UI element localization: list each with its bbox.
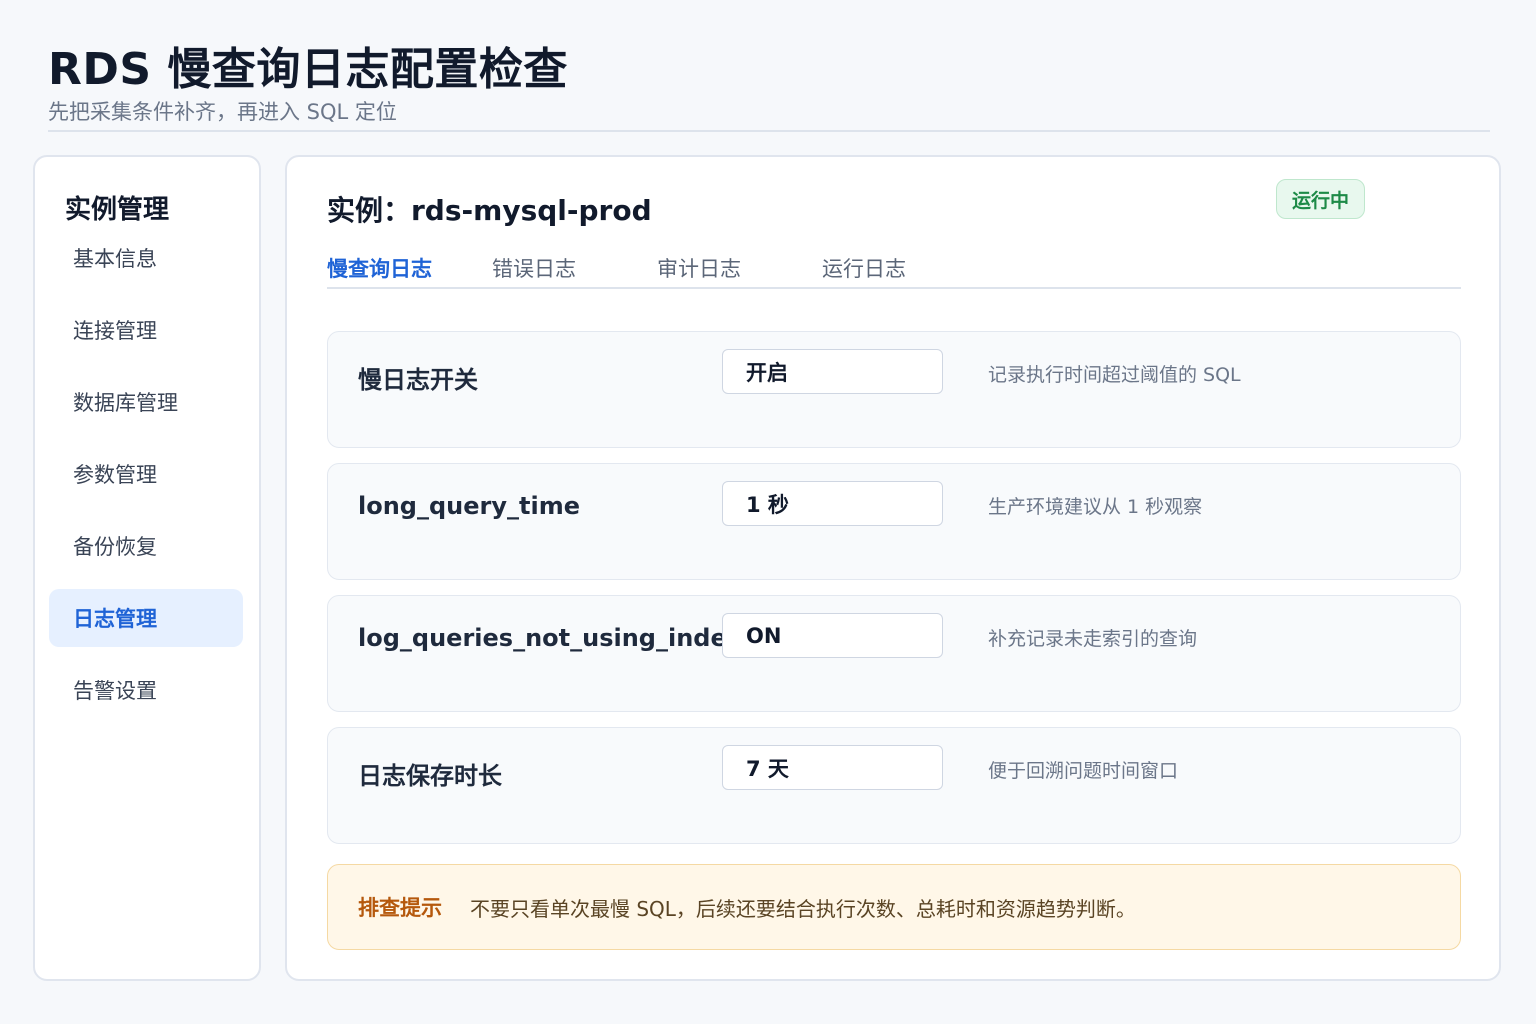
tab-slow-query-log[interactable]: 慢查询日志 [327,253,432,283]
setting-label: log_queries_not_using_indexes [358,624,724,652]
setting-row-slow-log-switch: 慢日志开关 开启 记录执行时间超过阈值的 SQL [327,331,1461,448]
sidebar: 实例管理 基本信息 连接管理 数据库管理 参数管理 备份恢复 日志管理 告警设置 [33,155,261,981]
sidebar-title: 实例管理 [65,195,170,225]
tab-runtime-log[interactable]: 运行日志 [822,253,906,283]
setting-description: 便于回溯问题时间窗口 [988,760,1179,782]
tip-label: 排查提示 [358,896,442,920]
main-panel: 实例：rds-mysql-prod 运行中 慢查询日志 错误日志 审计日志 运行… [285,155,1501,981]
page: RDS 慢查询日志配置检查 先把采集条件补齐，再进入 SQL 定位 实例管理 基… [0,0,1536,1024]
setting-row-long-query-time: long_query_time 1 秒 生产环境建议从 1 秒观察 [327,463,1461,580]
setting-value-field[interactable]: ON [722,613,943,658]
setting-row-log-retention: 日志保存时长 7 天 便于回溯问题时间窗口 [327,727,1461,844]
troubleshooting-tip: 排查提示 不要只看单次最慢 SQL，后续还要结合执行次数、总耗时和资源趋势判断。 [327,864,1461,950]
sidebar-item-connection[interactable]: 连接管理 [49,301,243,359]
instance-title: 实例：rds-mysql-prod [327,194,652,227]
setting-value-field[interactable]: 7 天 [722,745,943,790]
page-subtitle: 先把采集条件补齐，再进入 SQL 定位 [48,100,397,124]
sidebar-nav: 基本信息 连接管理 数据库管理 参数管理 备份恢复 日志管理 告警设置 [49,229,243,733]
setting-description: 生产环境建议从 1 秒观察 [988,496,1203,518]
sidebar-item-alerts[interactable]: 告警设置 [49,661,243,719]
setting-value-field[interactable]: 1 秒 [722,481,943,526]
setting-description: 记录执行时间超过阈值的 SQL [988,364,1241,386]
tab-audit-log[interactable]: 审计日志 [657,253,741,283]
sidebar-item-parameters[interactable]: 参数管理 [49,445,243,503]
sidebar-item-database[interactable]: 数据库管理 [49,373,243,431]
setting-row-log-queries-not-using-indexes: log_queries_not_using_indexes ON 补充记录未走索… [327,595,1461,712]
setting-label: 慢日志开关 [358,366,478,394]
tip-text: 不要只看单次最慢 SQL，后续还要结合执行次数、总耗时和资源趋势判断。 [470,896,1136,921]
setting-value-field[interactable]: 开启 [722,349,943,394]
log-tabs: 慢查询日志 错误日志 审计日志 运行日志 [327,247,1461,289]
sidebar-item-backup[interactable]: 备份恢复 [49,517,243,575]
setting-description: 补充记录未走索引的查询 [988,628,1198,650]
setting-label: 日志保存时长 [358,762,502,790]
page-header: RDS 慢查询日志配置检查 先把采集条件补齐，再进入 SQL 定位 [48,40,1490,132]
status-badge: 运行中 [1276,179,1365,219]
setting-label: long_query_time [358,492,580,520]
sidebar-item-basic-info[interactable]: 基本信息 [49,229,243,287]
tab-error-log[interactable]: 错误日志 [492,253,576,283]
sidebar-item-logs[interactable]: 日志管理 [49,589,243,647]
page-title: RDS 慢查询日志配置检查 [48,44,568,95]
